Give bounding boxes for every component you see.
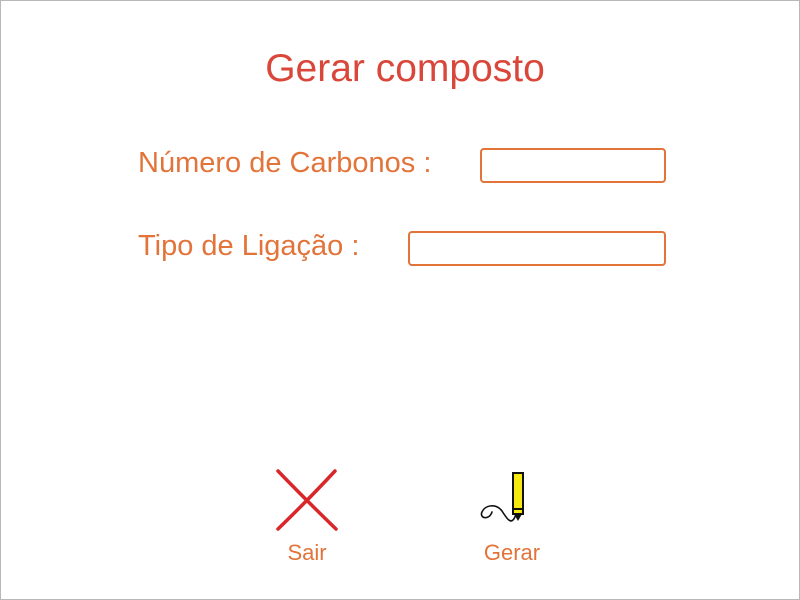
dialog-title: Gerar composto xyxy=(265,47,545,90)
carbon-count-input[interactable] xyxy=(480,148,666,183)
bond-type-input[interactable] xyxy=(408,231,666,266)
generate-button-label: Gerar xyxy=(483,540,541,565)
marker-pen-icon xyxy=(480,472,524,522)
dialog-window: Gerar composto Número de Carbonos : Tipo… xyxy=(0,0,800,600)
exit-button[interactable]: Sair xyxy=(257,463,357,573)
close-x-icon xyxy=(276,469,338,531)
exit-button-label: Sair xyxy=(287,540,327,565)
generate-button[interactable]: Gerar xyxy=(462,463,562,573)
carbon-count-label: Número de Carbonos : xyxy=(138,147,432,179)
bond-type-label: Tipo de Ligação : xyxy=(138,230,360,262)
